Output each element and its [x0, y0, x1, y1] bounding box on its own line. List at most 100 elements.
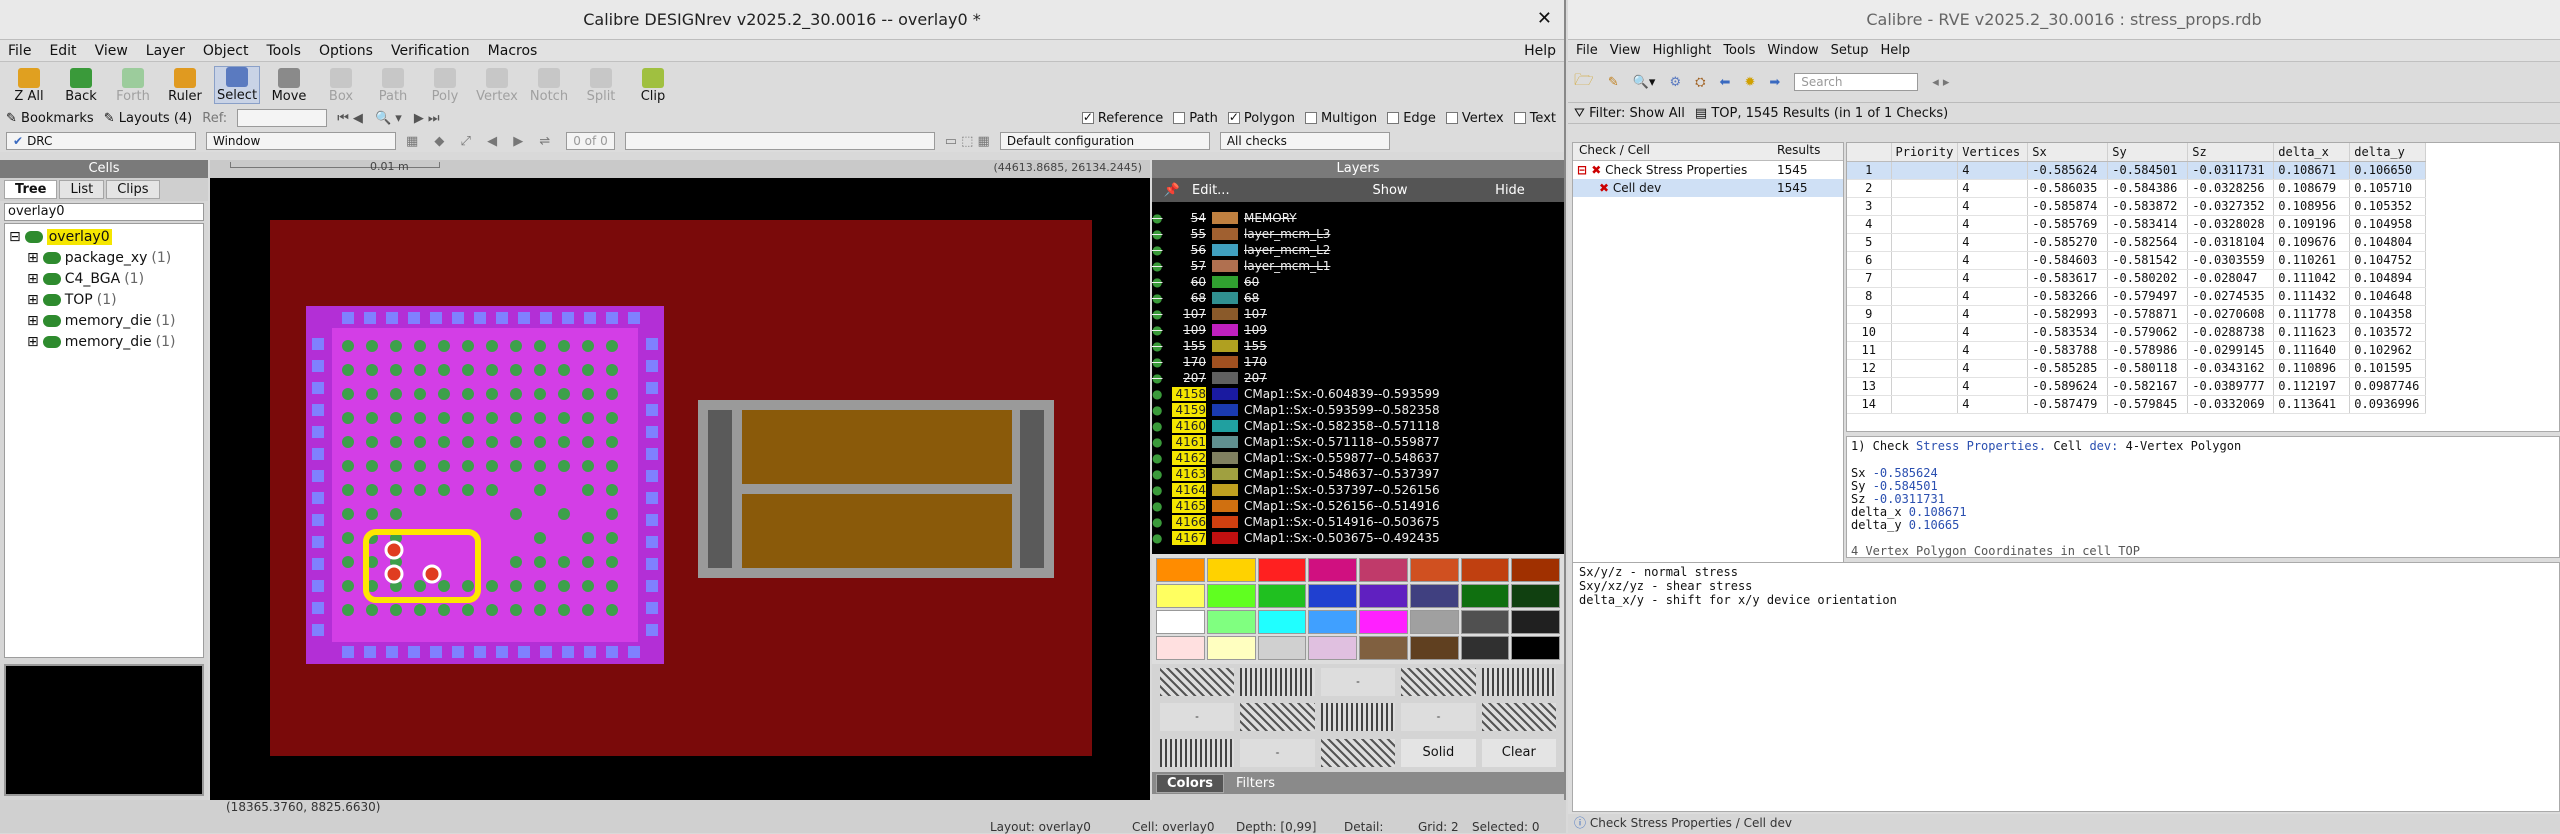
eye-icon[interactable]: ● — [1152, 435, 1166, 449]
window-combo[interactable]: Window — [206, 132, 396, 150]
fill-pattern[interactable] — [1320, 703, 1396, 732]
eye-icon[interactable]: ● — [1152, 531, 1166, 545]
color-swatch[interactable] — [1156, 636, 1205, 660]
tool-split-button[interactable]: Split — [578, 68, 624, 104]
brush-icon[interactable]: ✎ — [1608, 75, 1619, 90]
cell-tree-item[interactable]: ⊞ memory_die (1) — [5, 310, 203, 331]
layer-row[interactable]: ● 56 layer_mcm_L2 — [1152, 242, 1564, 258]
eye-icon[interactable]: ● — [1152, 371, 1166, 385]
eye-icon[interactable]: ● — [1152, 275, 1166, 289]
table-row[interactable]: 11 4 -0.583788 -0.578986 -0.0299145 0.111640 0… — [1847, 341, 2427, 360]
fill-pattern[interactable] — [1160, 738, 1235, 767]
color-swatch[interactable] — [1460, 558, 1510, 582]
rve-menu-tools[interactable]: Tools — [1723, 43, 1755, 58]
solid-button[interactable]: Solid — [1401, 738, 1476, 767]
table-row[interactable]: 2 4 -0.586035 -0.584386 -0.0328256 0.108679 0.… — [1847, 179, 2427, 198]
table-row[interactable]: 3 4 -0.585874 -0.583872 -0.0327352 0.108956 0.… — [1847, 197, 2427, 216]
layers-edit-button[interactable]: Edit... — [1192, 183, 1272, 198]
filter-reference[interactable]: Reference — [1081, 110, 1163, 126]
tool-vertex-button[interactable]: Vertex — [474, 68, 520, 104]
color-swatch[interactable] — [1511, 610, 1560, 634]
color-swatch[interactable] — [1156, 558, 1205, 582]
results-column-header[interactable]: Priority — [1891, 143, 1959, 162]
fill-pattern[interactable] — [1160, 668, 1235, 696]
eye-icon[interactable]: ● — [1152, 355, 1166, 369]
next-icon[interactable]: ➡ — [1769, 75, 1780, 90]
layer-row[interactable]: ● 60 60 — [1152, 274, 1564, 290]
eye-icon[interactable]: ● — [1152, 259, 1166, 273]
table-row[interactable]: 7 4 -0.583617 -0.580202 -0.028047 0.111042 0.1… — [1847, 269, 2427, 288]
eye-icon[interactable]: ● — [1152, 339, 1166, 353]
filter-edge[interactable]: Edge — [1387, 111, 1436, 126]
eye-icon[interactable]: ● — [1152, 323, 1166, 337]
layer-row[interactable]: ● 4161 CMap1::Sx:-0.571118--0.559877 — [1152, 434, 1564, 450]
table-row[interactable]: 9 4 -0.582993 -0.578871 -0.0270608 0.111778 0.… — [1847, 305, 2427, 324]
menu-macros[interactable]: Macros — [488, 43, 538, 59]
cell-tree-item[interactable]: ⊞ package_xy (1) — [5, 247, 203, 268]
fill-pattern[interactable] — [1401, 703, 1476, 732]
tab-colors[interactable]: Colors — [1156, 773, 1225, 793]
results-column-header[interactable]: Sx — [2027, 143, 2109, 162]
tool-box-button[interactable]: Box — [318, 68, 364, 104]
color-swatch[interactable] — [1308, 584, 1357, 608]
color-swatch[interactable] — [1257, 584, 1307, 608]
color-swatch[interactable] — [1511, 558, 1560, 582]
ref-field[interactable] — [237, 109, 328, 127]
filter-vertex[interactable]: Vertex — [1445, 111, 1504, 126]
tool-ruler-button[interactable]: Ruler — [162, 68, 208, 104]
fill-pattern[interactable] — [1160, 703, 1235, 732]
eye-icon[interactable]: ● — [1152, 515, 1166, 529]
search-nav-icons[interactable]: ◂ ▸ — [1932, 75, 1949, 90]
color-swatch[interactable] — [1206, 584, 1256, 608]
layer-row[interactable]: ● 4164 CMap1::Sx:-0.537397--0.526156 — [1152, 482, 1564, 498]
table-row[interactable]: 6 4 -0.584603 -0.581542 -0.0303559 0.110261 0.… — [1847, 251, 2427, 270]
tool-forth-button[interactable]: Forth — [110, 68, 156, 104]
layer-row[interactable]: ● 4158 CMap1::Sx:-0.604839--0.593599 — [1152, 386, 1564, 402]
menu-edit[interactable]: Edit — [49, 43, 76, 59]
color-swatch[interactable] — [1156, 584, 1205, 608]
color-swatch[interactable] — [1359, 636, 1408, 660]
color-swatch[interactable] — [1359, 610, 1408, 634]
menu-file[interactable]: File — [8, 43, 31, 59]
menu-help[interactable]: Help — [1524, 43, 1556, 59]
result-combo[interactable] — [624, 132, 935, 150]
tool-poly-button[interactable]: Poly — [422, 68, 468, 104]
cell-tree-item[interactable]: ⊞ C4_BGA (1) — [5, 268, 203, 289]
layer-row[interactable]: ● 4167 CMap1::Sx:-0.503675--0.492435 — [1152, 530, 1564, 546]
color-swatch[interactable] — [1206, 610, 1256, 634]
results-column-header[interactable]: Sy — [2107, 143, 2189, 162]
table-row[interactable]: 14 4 -0.587479 -0.579845 -0.0332069 0.113641 0… — [1847, 395, 2427, 414]
color-swatch[interactable] — [1511, 636, 1560, 660]
prev-icon[interactable]: ⬅ — [1720, 75, 1731, 90]
open-folder-icon[interactable]: 🗁 — [1574, 69, 1594, 96]
rve-menu-window[interactable]: Window — [1767, 43, 1818, 58]
results-column-header[interactable]: delta_x — [2273, 143, 2351, 162]
overview-panel[interactable] — [4, 664, 204, 796]
check-cell-column[interactable]: Check / Cell — [1573, 143, 1777, 160]
color-swatch[interactable] — [1460, 636, 1510, 660]
menu-tools[interactable]: Tools — [266, 43, 301, 59]
layer-row[interactable]: ● 54 MEMORY — [1152, 210, 1564, 226]
cell-search-field[interactable]: overlay0 — [4, 203, 204, 221]
menu-options[interactable]: Options — [319, 43, 373, 59]
close-icon[interactable]: ✕ — [1537, 8, 1552, 29]
eye-icon[interactable]: ● — [1152, 227, 1166, 241]
fill-pattern[interactable] — [1320, 738, 1396, 767]
color-swatch[interactable] — [1511, 584, 1560, 608]
check-row[interactable]: ⊟ ✖ Check Stress Properties 1545 — [1573, 161, 1843, 179]
filter-path[interactable]: Path — [1173, 111, 1218, 126]
layer-row[interactable]: ● 57 layer_mcm_L1 — [1152, 258, 1564, 274]
table-row[interactable]: 13 4 -0.589624 -0.582167 -0.0389777 0.112197 0… — [1847, 377, 2427, 396]
bookmarks-button[interactable]: ✎ Bookmarks — [6, 111, 94, 126]
table-row[interactable]: 10 4 -0.583534 -0.579062 -0.0288738 0.111623 0… — [1847, 323, 2427, 342]
layer-row[interactable]: ● 4162 CMap1::Sx:-0.559877--0.548637 — [1152, 450, 1564, 466]
tool-clip-button[interactable]: Clip — [630, 68, 676, 104]
layouts-button[interactable]: ✎ Layouts (4) — [104, 111, 193, 126]
eye-icon[interactable]: ● — [1152, 467, 1166, 481]
color-swatch[interactable] — [1409, 558, 1459, 582]
color-swatch[interactable] — [1308, 558, 1357, 582]
menu-verification[interactable]: Verification — [391, 43, 470, 59]
color-swatch[interactable] — [1308, 636, 1357, 660]
nav-arrows[interactable]: ⏮◀ 🔍▾ ▶⏭ — [337, 111, 443, 126]
layers-show-button[interactable]: Show — [1330, 183, 1450, 198]
